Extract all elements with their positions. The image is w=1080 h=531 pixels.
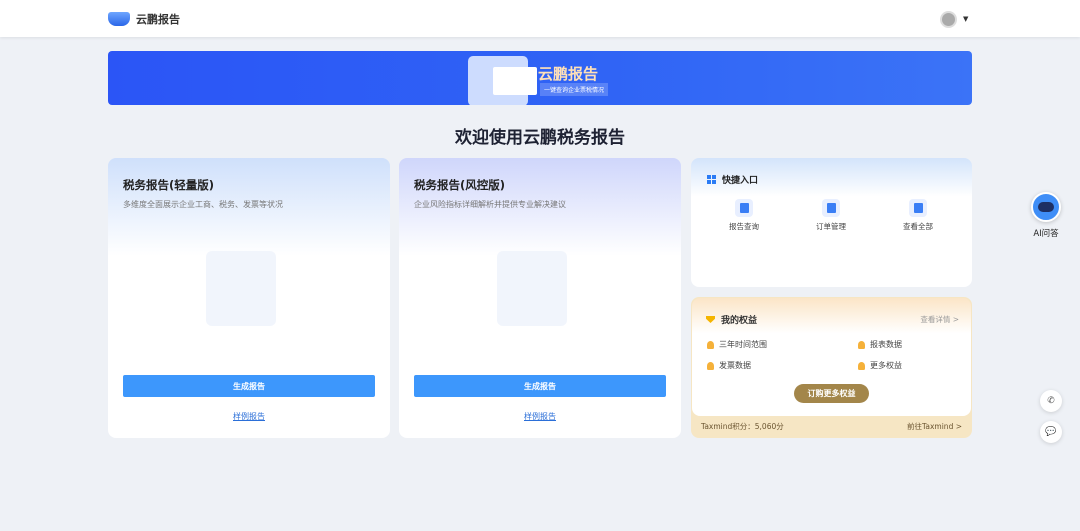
medal-icon — [858, 361, 865, 370]
benefit-item: 报表数据 — [858, 339, 902, 350]
banner[interactable]: 云鹏报告 一键查询企业票税情况 — [108, 51, 972, 105]
app-name: 云鹏报告 — [136, 13, 180, 26]
medal-icon — [858, 340, 865, 349]
banner-title: 云鹏报告 — [538, 65, 599, 83]
card-desc: 企业风险指标详细解析并提供专业解决建议 — [414, 200, 566, 209]
report-card-lite: 税务报告(轻量版) 多维度全面展示企业工商、税务、发票等状况 生成报告 样例报告 — [108, 158, 390, 438]
top-bar: 云鹏报告 ▼ — [0, 0, 1080, 37]
sample-report-link[interactable]: 样例报告 — [108, 411, 390, 422]
benefit-item: 三年时间范围 — [707, 339, 767, 350]
phone-icon[interactable]: ✆ — [1040, 390, 1062, 412]
quick-item-label: 查看全部 — [903, 222, 933, 231]
chat-icon[interactable]: 💬 — [1040, 421, 1062, 443]
card-title: 税务报告(轻量版) — [123, 178, 215, 192]
buy-more-benefits-button[interactable]: 订购更多权益 — [794, 384, 869, 403]
ai-assistant-button[interactable] — [1031, 192, 1061, 222]
benefits-panel: 我的权益 查看详情 > 三年时间范围 报表数据 发票数据 更多权益 订购更多权益… — [691, 297, 972, 438]
page-title: 欢迎使用云鹏税务报告 — [455, 128, 625, 148]
document-search-icon — [735, 199, 753, 217]
quick-entry-panel: 快捷入口 报告查询 订单管理 查看全部 — [691, 158, 972, 287]
sample-report-link[interactable]: 样例报告 — [399, 411, 681, 422]
card-desc: 多维度全面展示企业工商、税务、发票等状况 — [123, 200, 283, 209]
logo[interactable]: 云鹏报告 — [108, 11, 180, 27]
medal-icon — [707, 340, 714, 349]
quick-item-report-query[interactable]: 报告查询 — [714, 199, 774, 232]
diamond-icon — [706, 316, 715, 323]
clipboard-icon — [497, 251, 567, 326]
robot-icon — [1038, 202, 1054, 212]
logo-icon — [108, 12, 130, 26]
benefit-item: 发票数据 — [707, 360, 751, 371]
goto-taxmind-link[interactable]: 前往Taxmind > — [907, 421, 962, 432]
quick-item-label: 订单管理 — [816, 222, 846, 231]
card-title: 税务报告(风控版) — [414, 178, 506, 192]
view-details-link[interactable]: 查看详情 > — [920, 314, 959, 325]
generate-report-button[interactable]: 生成报告 — [123, 375, 375, 397]
quick-title: 快捷入口 — [722, 176, 759, 186]
benefit-item: 更多权益 — [858, 360, 902, 371]
ai-label[interactable]: AI问答 — [1026, 227, 1066, 239]
benefits-title: 我的权益 — [721, 316, 758, 326]
grid-icon — [909, 199, 927, 217]
generate-report-button[interactable]: 生成报告 — [414, 375, 666, 397]
clipboard-icon — [206, 251, 276, 326]
medal-icon — [707, 361, 714, 370]
avatar[interactable] — [940, 11, 957, 28]
clipboard-icon — [822, 199, 840, 217]
chevron-down-icon[interactable]: ▼ — [963, 15, 968, 23]
banner-subtitle: 一键查询企业票税情况 — [540, 83, 609, 96]
chart-illustration — [493, 67, 537, 95]
report-card-risk: 税务报告(风控版) 企业风险指标详细解析并提供专业解决建议 生成报告 样例报告 — [399, 158, 681, 438]
quick-item-orders[interactable]: 订单管理 — [801, 199, 861, 232]
quick-item-label: 报告查询 — [729, 222, 759, 231]
points-text: Taxmind积分：5,060分 — [701, 422, 784, 431]
quick-item-view-all[interactable]: 查看全部 — [888, 199, 948, 232]
grid-icon — [707, 175, 716, 184]
